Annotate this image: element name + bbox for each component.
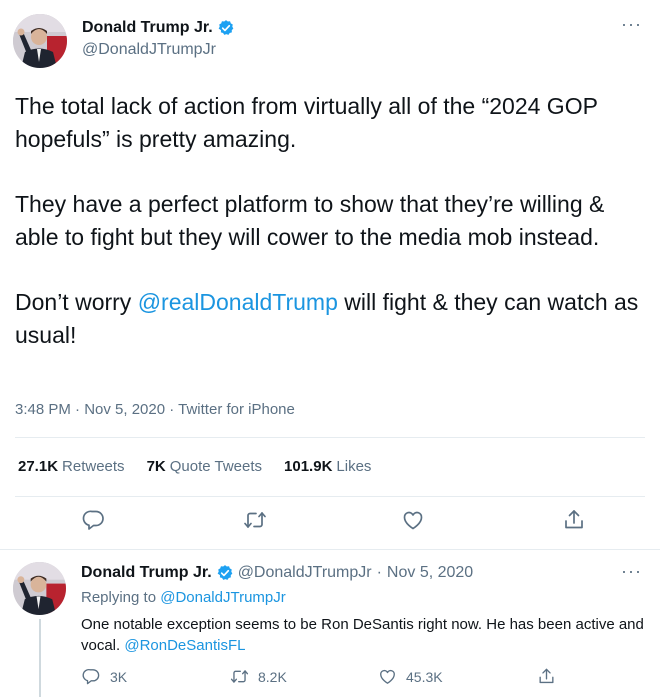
share-icon	[539, 668, 554, 684]
reply-retweet-button[interactable]: 8.2K	[230, 667, 287, 686]
reply-author-handle[interactable]: @DonaldJTrumpJr	[238, 564, 372, 582]
avatar-photo	[13, 562, 66, 615]
author-block: Donald Trump Jr. @DonaldJTrumpJr	[82, 18, 235, 59]
avatar-photo	[13, 14, 67, 68]
replying-to: Replying to @DonaldJTrumpJr	[81, 589, 286, 606]
reply-tweet: Donald Trump Jr. @DonaldJTrumpJr · Nov 5…	[0, 551, 660, 697]
divider	[15, 496, 645, 497]
reply-header: Donald Trump Jr. @DonaldJTrumpJr · Nov 5…	[81, 564, 473, 582]
reply-icon	[82, 510, 104, 530]
author-avatar[interactable]	[13, 14, 67, 68]
quote-tweets-stat[interactable]: 7K Quote Tweets	[147, 458, 262, 475]
mention-link[interactable]: @RonDeSantisFL	[124, 637, 245, 654]
like-button[interactable]	[401, 508, 425, 532]
retweets-label: Retweets	[62, 458, 125, 475]
author-handle[interactable]: @DonaldJTrumpJr	[82, 41, 235, 59]
replying-to-label: Replying to	[81, 589, 161, 606]
tweet-timestamp[interactable]: 3:48 PM · Nov 5, 2020 · Twitter for iPho…	[15, 401, 295, 418]
reply-text: One notable exception seems to be Ron De…	[81, 614, 646, 656]
likes-label: Likes	[336, 458, 372, 475]
tweet-text: The total lack of action from virtually …	[15, 90, 645, 384]
reply-button[interactable]	[82, 508, 106, 532]
tweet-paragraph-2: They have a perfect platform to show tha…	[15, 191, 605, 250]
share-icon	[565, 510, 583, 529]
separator-dot: ·	[376, 564, 382, 581]
reply-date[interactable]: Nov 5, 2020	[387, 564, 473, 582]
retweet-icon	[244, 512, 266, 528]
retweets-stat[interactable]: 27.1K Retweets	[18, 458, 125, 475]
reply-action-bar: 3K 8.2K 45.3K	[0, 667, 660, 689]
reply-like-button[interactable]: 45.3K	[378, 667, 443, 686]
like-icon	[403, 511, 423, 530]
verified-badge-icon	[217, 565, 233, 580]
reply-author-avatar[interactable]	[13, 562, 66, 615]
reply-reply-button[interactable]: 3K	[82, 667, 127, 686]
tweet-paragraph-3: Don’t worry @realDonaldTrump will fight …	[15, 286, 645, 351]
author-name[interactable]: Donald Trump Jr.	[82, 19, 213, 37]
tweet-text-segment: Don’t worry	[15, 289, 138, 315]
reply-icon	[82, 669, 100, 685]
retweets-count: 27.1K	[18, 458, 59, 475]
reply-share-button[interactable]	[537, 667, 565, 686]
divider	[15, 437, 645, 438]
engagement-stats: 27.1K Retweets 7K Quote Tweets 101.9K Likes	[18, 458, 393, 475]
reply-author-name[interactable]: Donald Trump Jr.	[81, 564, 212, 582]
quote-tweets-label: Quote Tweets	[169, 458, 263, 475]
more-icon[interactable]: ···	[621, 15, 642, 33]
verified-badge-icon	[218, 20, 234, 35]
like-count: 45.3K	[406, 668, 443, 685]
likes-count: 101.9K	[284, 458, 333, 475]
tweet-paragraph-1: The total lack of action from virtually …	[15, 93, 598, 152]
retweet-icon	[230, 670, 249, 683]
mention-link[interactable]: @realDonaldTrump	[138, 289, 338, 315]
replying-to-handle[interactable]: @DonaldJTrumpJr	[160, 589, 286, 606]
main-tweet: Donald Trump Jr. @DonaldJTrumpJr ··· The…	[0, 0, 660, 550]
more-icon[interactable]: ···	[621, 562, 642, 580]
retweet-count: 8.2K	[258, 668, 287, 685]
retweet-button[interactable]	[243, 508, 267, 532]
likes-stat[interactable]: 101.9K Likes	[284, 458, 371, 475]
share-button[interactable]	[562, 508, 586, 532]
quote-tweets-count: 7K	[146, 458, 166, 475]
reply-count: 3K	[110, 668, 128, 685]
like-icon	[380, 669, 395, 684]
action-bar	[0, 508, 660, 538]
